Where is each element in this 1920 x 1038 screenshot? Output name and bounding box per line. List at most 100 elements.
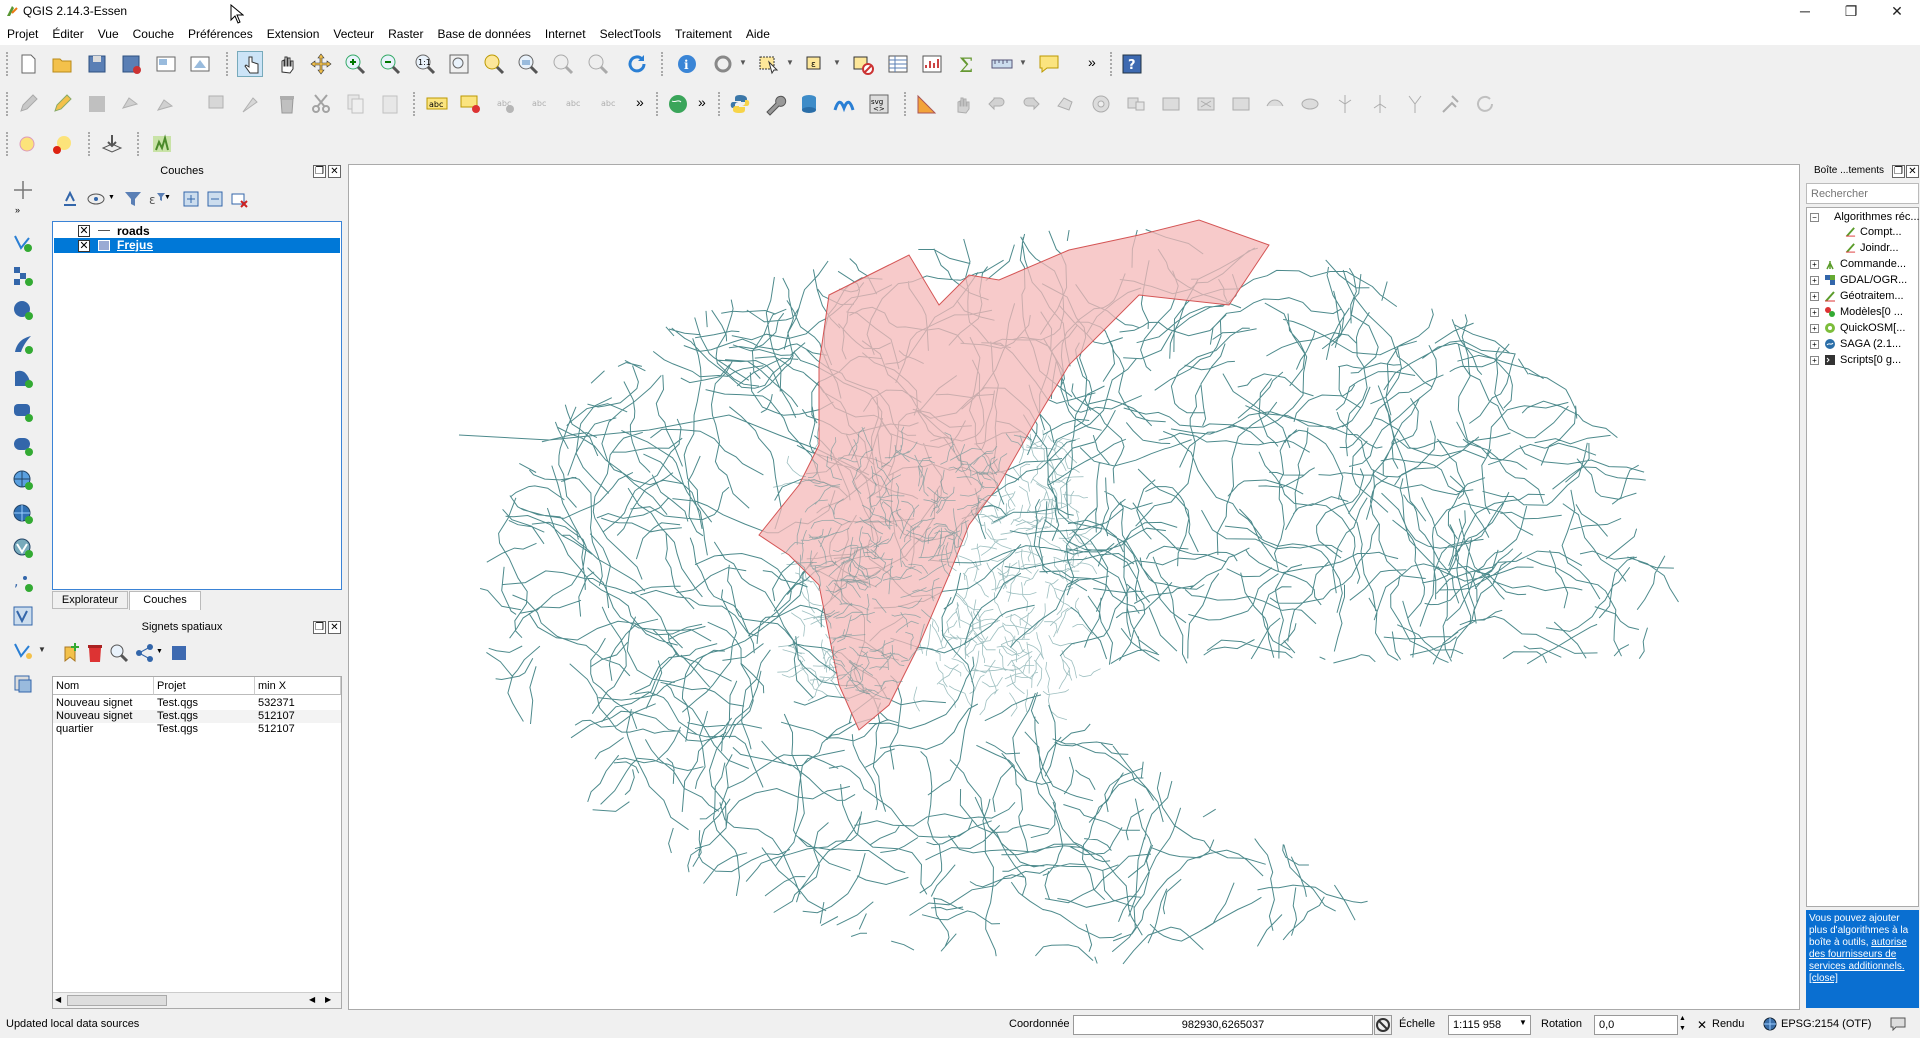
save-layer-edits-icon[interactable] <box>84 91 110 117</box>
collapse-icon[interactable]: − <box>1810 213 1819 222</box>
column-header-nom[interactable]: Nom <box>53 677 154 695</box>
add-spatialite-layer-icon[interactable] <box>10 331 36 357</box>
statistics-icon[interactable] <box>919 51 945 77</box>
add-vector-layer-icon[interactable] <box>10 229 36 255</box>
expand-icon[interactable]: + <box>1810 292 1819 301</box>
scroll-right-icon[interactable]: ▶ <box>325 995 331 1004</box>
expand-all-icon[interactable] <box>178 186 204 212</box>
zoom-in-icon[interactable] <box>342 51 368 77</box>
toolbar-handle[interactable] <box>718 92 722 116</box>
expand-icon[interactable]: + <box>1810 356 1819 365</box>
toolbar-handle[interactable] <box>6 92 10 116</box>
pan-hand-icon[interactable] <box>949 91 975 117</box>
notice-close-link[interactable]: [close] <box>1809 973 1838 984</box>
measure-line-icon[interactable] <box>989 51 1015 77</box>
layer-visibility-checkbox[interactable]: ✕ <box>78 225 90 237</box>
add-virtual-layer-icon[interactable] <box>10 603 36 629</box>
node-edit-icon[interactable] <box>238 91 264 117</box>
share-bookmark-icon[interactable] <box>132 640 158 666</box>
deselect-all-icon[interactable] <box>850 51 876 77</box>
table-row[interactable]: Nouveau signet Test.qgs 532371 <box>53 697 341 710</box>
node-tool-icon[interactable] <box>204 91 230 117</box>
toolbar-overflow-button[interactable]: » <box>636 94 644 110</box>
open-attribute-table-icon[interactable] <box>885 51 911 77</box>
close-panel-button[interactable]: ✕ <box>328 621 341 634</box>
split-parts-icon[interactable] <box>1367 91 1393 117</box>
layer-name[interactable]: Frejus <box>117 238 153 252</box>
expand-icon[interactable]: + <box>1810 340 1819 349</box>
layer-row-roads[interactable]: ✕ roads <box>63 224 338 238</box>
plugin-globe-icon[interactable] <box>665 91 691 117</box>
pin-labels-icon[interactable] <box>458 91 484 117</box>
table-row[interactable]: quartier Test.qgs 512107 <box>53 723 341 736</box>
svg-export-icon[interactable]: svg <> <box>866 91 892 117</box>
menu-vue[interactable]: Vue <box>91 23 126 45</box>
scroll-left-icon[interactable]: ◀ <box>55 995 61 1004</box>
dropdown-arrow-icon[interactable]: ▼ <box>1519 1018 1527 1027</box>
toggle-editing-icon[interactable] <box>49 91 75 117</box>
current-edits-icon[interactable] <box>15 91 41 117</box>
add-oracle-layer-icon[interactable] <box>10 433 36 459</box>
add-delimited-text-layer-icon[interactable]: , <box>10 569 36 595</box>
dropdown-arrow-icon[interactable]: ▼ <box>833 58 841 67</box>
copy-features-icon[interactable] <box>342 91 368 117</box>
highlight-labels-icon[interactable]: abc <box>493 91 519 117</box>
filter-legend-icon[interactable] <box>120 186 146 212</box>
grass-icon[interactable] <box>149 131 175 157</box>
refresh-icon[interactable] <box>624 51 650 77</box>
paste-features-icon[interactable] <box>377 91 403 117</box>
menu-base-de-donnees[interactable]: Base de données <box>430 23 537 45</box>
layer-labeling-icon[interactable]: abc <box>424 91 450 117</box>
menu-editer[interactable]: Éditer <box>45 23 90 45</box>
layer-visibility-checkbox[interactable]: ✕ <box>78 240 90 252</box>
delete-part-icon[interactable] <box>1228 91 1254 117</box>
dropdown-arrow-icon[interactable]: ▼ <box>786 58 794 67</box>
column-header-projet[interactable]: Projet <box>154 677 255 695</box>
toolbox-search-input[interactable] <box>1806 183 1919 204</box>
dropdown-arrow-icon[interactable]: ▼ <box>108 194 115 201</box>
move-feature-icon[interactable] <box>153 91 179 117</box>
layer-name[interactable]: roads <box>117 224 150 238</box>
cut-features-icon[interactable] <box>308 91 334 117</box>
column-header-minx[interactable]: min X <box>255 677 341 695</box>
offset-curve-icon[interactable] <box>1297 91 1323 117</box>
move-label-icon[interactable]: abc <box>562 91 588 117</box>
toolbar-handle[interactable] <box>1110 52 1114 76</box>
run-feature-action-icon[interactable] <box>710 51 736 77</box>
table-row[interactable]: Nouveau signet Test.qgs 512107 <box>53 710 341 723</box>
zoom-native-icon[interactable]: 1:1 <box>412 51 438 77</box>
dropdown-arrow-icon[interactable]: ▼ <box>739 58 747 67</box>
add-cross-icon[interactable] <box>10 177 36 203</box>
add-wfs-layer-icon[interactable] <box>10 535 36 561</box>
menu-aide[interactable]: Aide <box>739 23 777 45</box>
collapse-all-icon[interactable] <box>202 186 228 212</box>
redo-icon[interactable] <box>1018 91 1044 117</box>
toolbar-handle[interactable] <box>656 92 660 116</box>
plugin-db-icon[interactable] <box>796 91 822 117</box>
python-console-icon[interactable] <box>727 91 753 117</box>
expand-icon[interactable]: + <box>1810 308 1819 317</box>
zoom-next-icon[interactable] <box>585 51 611 77</box>
select-by-expression-icon[interactable]: ε <box>803 51 829 77</box>
zoom-to-selection-icon[interactable] <box>481 51 507 77</box>
plugin-wrench-icon[interactable] <box>762 91 788 117</box>
undo-icon[interactable] <box>984 91 1010 117</box>
simplify-feature-icon[interactable] <box>1053 91 1079 117</box>
render-checkbox[interactable]: ✕ <box>1697 1018 1707 1032</box>
georeferencer-icon[interactable] <box>99 131 125 157</box>
plugin-network-icon[interactable] <box>831 91 857 117</box>
annotation-icon[interactable] <box>49 131 75 157</box>
delete-selected-icon[interactable] <box>274 91 300 117</box>
tab-explorateur[interactable]: Explorateur <box>52 591 128 609</box>
add-part-icon[interactable] <box>1123 91 1149 117</box>
add-mssql-layer-icon[interactable] <box>10 365 36 391</box>
close-panel-button[interactable]: ✕ <box>1906 165 1919 178</box>
show-tips-icon[interactable] <box>15 131 41 157</box>
maximize-button[interactable]: ❐ <box>1828 0 1874 23</box>
map-canvas[interactable] <box>348 164 1800 1010</box>
float-panel-button[interactable]: ❐ <box>313 165 326 178</box>
pan-map-icon[interactable] <box>273 51 299 77</box>
zoom-to-bookmark-icon[interactable] <box>106 640 132 666</box>
merge-features-icon[interactable] <box>1402 91 1428 117</box>
bookmark-help-icon[interactable] <box>166 640 192 666</box>
